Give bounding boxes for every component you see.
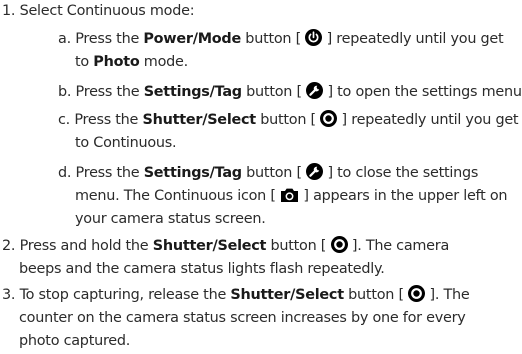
wrench-icon	[306, 163, 324, 180]
substep-d-line-1: d. Press the Settings/Tag button [ ] to …	[58, 162, 478, 184]
step-3-text: To stop capturing, release the	[19, 287, 231, 303]
step-3-text-post: ]. The	[425, 287, 470, 303]
step-2-text-2: beeps and the camera status lights flash…	[19, 261, 385, 277]
substep-a-line-2: to Photo mode.	[75, 51, 188, 73]
substep-c-line-2: to Continuous.	[75, 132, 177, 154]
step-1-text: Select Continuous mode:	[19, 3, 195, 19]
substep-a-text-post: ] repeatedly until you get	[322, 31, 504, 47]
substep-c-text-mid: button [	[255, 112, 321, 128]
power-mode-icon	[305, 29, 323, 46]
shutter-icon	[330, 236, 348, 253]
step-2-text: Press and hold the	[19, 238, 153, 254]
substep-b-text-post: ] to open the settings menu.	[323, 84, 522, 100]
step-2-number: 2.	[2, 238, 16, 254]
substep-a-letter: a.	[58, 31, 71, 47]
substep-c-text-2: to Continuous.	[75, 135, 177, 151]
substep-d-text-post: ] to close the settings	[323, 165, 479, 181]
shutter-select-label: Shutter/Select	[230, 287, 344, 303]
substep-a-text-3: mode.	[139, 54, 188, 70]
shutter-icon	[320, 110, 338, 127]
shutter-select-label: Shutter/Select	[142, 112, 256, 128]
step-2-line-2: beeps and the camera status lights flash…	[19, 258, 385, 280]
settings-tag-label: Settings/Tag	[143, 165, 242, 181]
step-3-text-2: counter on the camera status screen incr…	[19, 310, 466, 326]
shutter-select-label: Shutter/Select	[152, 238, 267, 254]
substep-b-line-1: b. Press the Settings/Tag button [ ] to …	[58, 81, 522, 103]
substep-d-line-2: menu. The Continuous icon [ ] appears in…	[75, 185, 508, 207]
substep-d-letter: d.	[58, 165, 72, 181]
substep-d-text-mid: button [	[241, 165, 307, 181]
substep-d-text-3: ] appears in the upper left on	[299, 188, 508, 204]
substep-a-text: Press the	[75, 31, 144, 47]
substep-d-text-2: menu. The Continuous icon [	[75, 188, 281, 204]
substep-a-text-2: to	[75, 54, 94, 70]
instructions-document: 1. Select Continuous mode: a. Press the …	[0, 0, 522, 354]
wrench-icon	[306, 82, 324, 99]
substep-d-line-3: your camera status screen.	[75, 208, 266, 230]
substep-b-text: Press the	[75, 84, 144, 100]
substep-c-text: Press the	[74, 112, 143, 128]
step-3-number: 3.	[2, 287, 16, 303]
step-3-line-1: 3. To stop capturing, release the Shutte…	[2, 284, 470, 306]
step-3-text-mid: button [	[343, 287, 409, 303]
substep-b-letter: b.	[58, 84, 72, 100]
step-3-text-3: photo captured.	[19, 333, 131, 349]
step-1-line: 1. Select Continuous mode:	[2, 0, 195, 22]
substep-a-line-1: a. Press the Power/Mode button [ ] repea…	[58, 28, 504, 50]
shutter-icon	[408, 285, 426, 302]
substep-a-text-mid: button [	[240, 31, 306, 47]
step-2-text-mid: button [	[266, 238, 331, 254]
step-1-number: 1.	[2, 3, 16, 19]
settings-tag-label: Settings/Tag	[143, 84, 242, 100]
step-3-line-2: counter on the camera status screen incr…	[19, 307, 466, 329]
camera-icon	[280, 187, 299, 203]
substep-c-line-1: c. Press the Shutter/Select button [ ] r…	[58, 109, 519, 131]
photo-mode-label: Photo	[93, 54, 140, 70]
step-2-text-post: ]. The camera	[347, 238, 450, 254]
substep-c-text-post: ] repeatedly until you get	[337, 112, 519, 128]
substep-d-text: Press the	[75, 165, 144, 181]
power-mode-label: Power/Mode	[143, 31, 241, 47]
substep-c-letter: c.	[58, 112, 70, 128]
step-2-line-1: 2. Press and hold the Shutter/Select but…	[2, 235, 449, 257]
step-3-line-3: photo captured.	[19, 330, 130, 352]
substep-b-text-mid: button [	[241, 84, 307, 100]
substep-d-text-4: your camera status screen.	[75, 211, 266, 227]
